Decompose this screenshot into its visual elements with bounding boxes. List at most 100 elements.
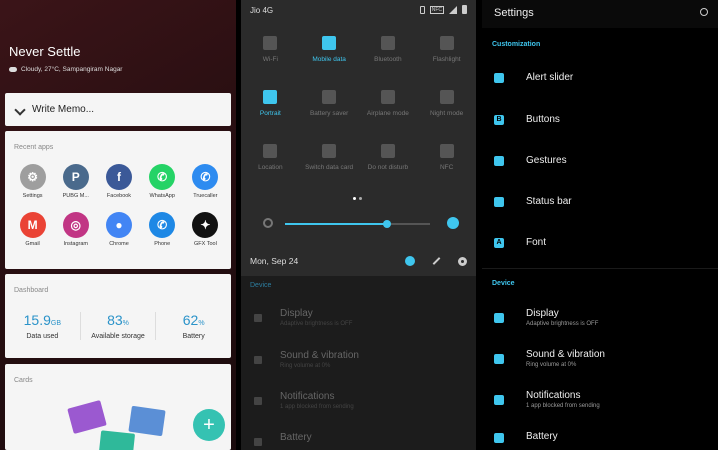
- date-label: Mon, Sep 24: [250, 256, 299, 266]
- gear-icon[interactable]: [458, 256, 467, 266]
- edit-icon[interactable]: [432, 257, 441, 265]
- dash-storage[interactable]: 83% Available storage: [79, 312, 156, 340]
- font-icon: A: [494, 237, 504, 248]
- settings-item-notifications[interactable]: Notifications 1 app blocked from sending: [482, 390, 718, 409]
- wifi-icon: [263, 36, 278, 50]
- chrome-app-icon: ●: [105, 212, 132, 238]
- shade-item-notifications: Notifications 1 app blocked from sending: [241, 391, 476, 410]
- quick-settings-panel: Jio 4G NFC Wi-Fi Mobile data Bluetooth F…: [241, 0, 476, 450]
- tile-nfc[interactable]: NFC: [417, 144, 476, 178]
- app-chrome[interactable]: ● Chrome: [97, 212, 140, 247]
- search-icon[interactable]: [700, 8, 708, 16]
- app-phone[interactable]: ✆ Phone: [141, 212, 184, 247]
- location-icon: [263, 144, 278, 158]
- settings-item-font[interactable]: A Font: [482, 237, 718, 248]
- tile-bluetooth[interactable]: Bluetooth: [359, 36, 418, 70]
- speaker-icon: [494, 353, 504, 364]
- launcher-shelf-panel: Never Settle Cloudy, 27°C, Sampangiram N…: [0, 0, 236, 450]
- auto-brightness-icon[interactable]: [447, 217, 459, 229]
- night-mode-icon: [439, 90, 454, 104]
- dash-battery[interactable]: 62% Battery: [155, 312, 231, 340]
- settings-toolbar: Settings: [482, 0, 718, 28]
- page-dot-active: [353, 197, 356, 200]
- app-facebook[interactable]: f Facebook: [97, 164, 140, 199]
- shade-item-sound: Sound & vibration Ring volume at 0%: [241, 350, 476, 369]
- brightness-track[interactable]: [285, 220, 430, 228]
- settings-item-status-bar[interactable]: Status bar: [482, 196, 718, 207]
- settings-item-alert-slider[interactable]: Alert slider: [482, 72, 718, 83]
- whatsapp-app-icon: ✆: [149, 164, 176, 190]
- gmail-app-icon: M: [19, 212, 46, 238]
- tile-portrait[interactable]: Portrait: [241, 90, 300, 124]
- speaker-icon: [254, 356, 262, 364]
- app-truecaller[interactable]: ✆ Truecaller: [184, 164, 227, 199]
- battery-status-icon: [462, 5, 467, 14]
- memo-label: Write Memo...: [32, 104, 95, 115]
- settings-panel: Settings Customization Alert slider B But…: [482, 0, 718, 450]
- settings-item-battery[interactable]: Battery: [482, 431, 718, 444]
- tile-location[interactable]: Location: [241, 144, 300, 178]
- section-divider: [482, 268, 718, 269]
- tile-airplane-mode[interactable]: Airplane mode: [359, 90, 418, 124]
- app-gfx-tool[interactable]: ✦ GFX Tool: [184, 212, 227, 247]
- battery-icon: [254, 438, 262, 446]
- brightness-icon: [494, 312, 504, 323]
- dashboard-title: Dashboard: [14, 287, 49, 294]
- mobile-data-icon: [322, 36, 337, 50]
- app-whatsapp[interactable]: ✆ WhatsApp: [141, 164, 184, 199]
- brightness-icon: [254, 314, 262, 322]
- airplane-icon: [380, 90, 395, 104]
- gfx-tool-app-icon: ✦: [192, 212, 219, 238]
- write-memo-card[interactable]: Write Memo...: [5, 93, 231, 126]
- weather-text: Cloudy, 27°C, Sampangiram Nagar: [21, 66, 123, 73]
- brightness-fill: [285, 223, 387, 225]
- truecaller-app-icon: ✆: [192, 164, 219, 190]
- date-row: Mon, Sep 24: [241, 248, 476, 274]
- carrier-label: Jio 4G: [250, 6, 274, 15]
- bluetooth-icon: [380, 36, 395, 50]
- shade-item-battery: Battery: [241, 432, 476, 446]
- tile-switch-data-card[interactable]: Switch data card: [300, 144, 359, 178]
- customization-section-title: Customization: [492, 41, 541, 48]
- dash-data-used[interactable]: 15.9GB Data used: [5, 312, 80, 340]
- settings-item-gestures[interactable]: Gestures: [482, 155, 718, 166]
- brand-title: Never Settle: [9, 44, 81, 59]
- gesture-icon: [494, 155, 504, 166]
- device-section-title: Device: [492, 280, 515, 287]
- tile-battery-saver[interactable]: Battery saver: [300, 90, 359, 124]
- app-instagram[interactable]: ◎ Instagram: [54, 212, 97, 247]
- app-gmail[interactable]: M Gmail: [11, 212, 54, 247]
- user-icon[interactable]: [405, 256, 415, 266]
- phone-app-icon: ✆: [149, 212, 176, 238]
- app-pubg[interactable]: P PUBG M...: [54, 164, 97, 199]
- settings-item-display[interactable]: Display Adaptive brightness is OFF: [482, 308, 718, 327]
- buttons-icon: B: [494, 114, 504, 125]
- settings-app-icon: ⚙: [19, 164, 46, 190]
- weather-info[interactable]: Cloudy, 27°C, Sampangiram Nagar: [9, 66, 122, 73]
- instagram-app-icon: ◎: [62, 212, 89, 238]
- bell-icon: [494, 394, 504, 405]
- dashboard-card[interactable]: Dashboard 15.9GB Data used 83% Available…: [5, 274, 231, 358]
- facebook-app-icon: f: [105, 164, 132, 190]
- cards-title: Cards: [14, 377, 33, 384]
- brightness-knob[interactable]: [382, 220, 391, 228]
- status-bar-icon: [494, 196, 504, 207]
- brightness-slider[interactable]: [263, 214, 459, 234]
- tile-mobile-data[interactable]: Mobile data: [300, 36, 359, 70]
- settings-item-buttons[interactable]: B Buttons: [482, 114, 718, 125]
- shade-item-display: Display Adaptive brightness is OFF: [241, 308, 476, 327]
- app-settings[interactable]: ⚙ Settings: [11, 164, 54, 199]
- add-fab-button[interactable]: +: [193, 409, 225, 441]
- nfc-icon: [439, 144, 454, 158]
- settings-title: Settings: [494, 7, 534, 19]
- tile-flashlight[interactable]: Flashlight: [417, 36, 476, 70]
- pubg-app-icon: P: [62, 164, 89, 190]
- tile-night-mode[interactable]: Night mode: [417, 90, 476, 124]
- cloud-icon: [9, 67, 17, 72]
- pencil-icon: [14, 103, 26, 116]
- sim-card-icon: [322, 144, 337, 158]
- settings-item-sound[interactable]: Sound & vibration Ring volume at 0%: [482, 349, 718, 368]
- nfc-status-icon: NFC: [429, 5, 444, 14]
- tile-wifi[interactable]: Wi-Fi: [241, 36, 300, 70]
- tile-do-not-disturb[interactable]: Do not disturb: [359, 144, 418, 178]
